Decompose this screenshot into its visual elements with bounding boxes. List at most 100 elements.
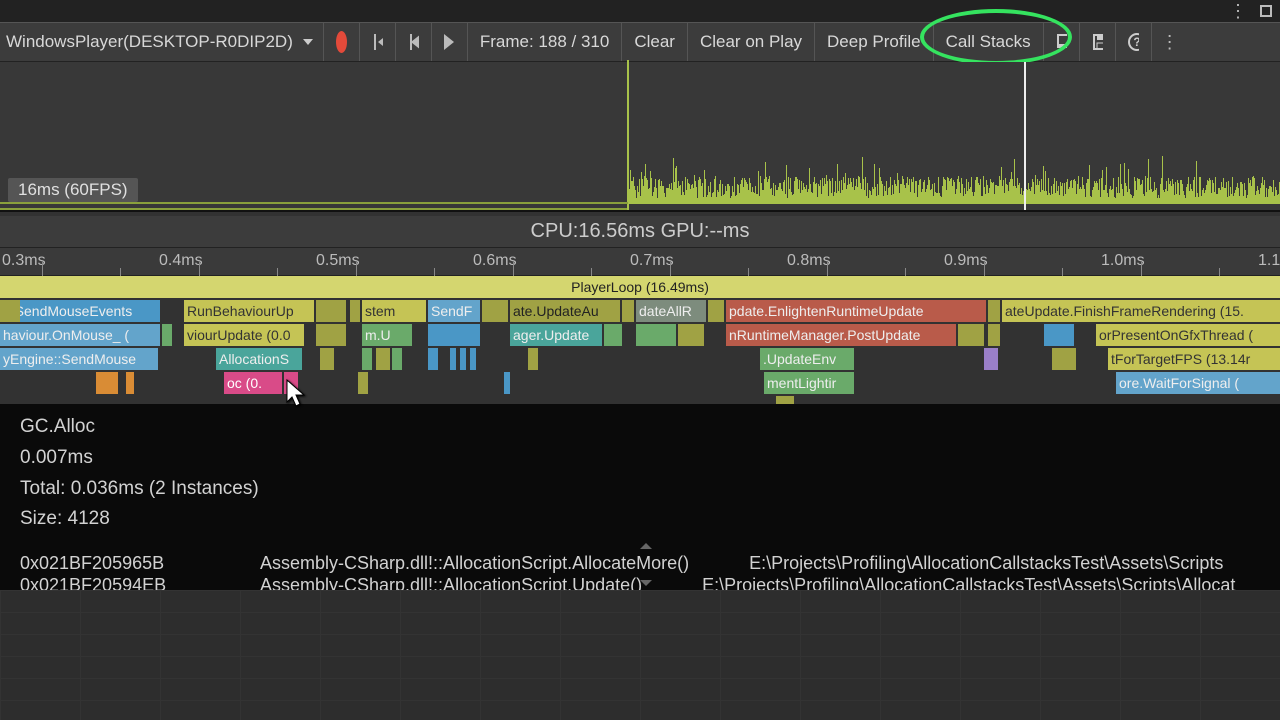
flame-seg[interactable]: ore.WaitForSignal ( [1116, 372, 1280, 394]
callstack-row[interactable]: 0x021BF205965BAssembly-CSharp.dll!::Allo… [20, 553, 1260, 575]
flame-seg[interactable] [320, 348, 334, 370]
time-ruler[interactable]: 0.3ms0.4ms0.5ms0.6ms0.7ms0.8ms0.9ms1.0ms… [0, 248, 1280, 276]
flame-seg[interactable] [984, 348, 998, 370]
frame-first-button[interactable] [360, 23, 396, 61]
clear-on-play-label: Clear on Play [700, 32, 802, 52]
flame-seg[interactable] [636, 324, 676, 346]
menu-kebab-icon[interactable]: ⋮ [1229, 1, 1246, 22]
flame-seg[interactable]: mentLightir [764, 372, 854, 394]
flame-seg[interactable] [678, 324, 704, 346]
flame-seg[interactable] [96, 372, 118, 394]
flame-seg[interactable] [428, 324, 480, 346]
record-button[interactable] [324, 23, 360, 61]
save-button[interactable] [1080, 23, 1116, 61]
ruler-label: 0.4ms [159, 252, 203, 270]
stack-symbol: Assembly-CSharp.dll!::AllocationScript.U… [260, 575, 642, 590]
flame-seg[interactable]: SendF [428, 300, 480, 322]
flame-seg[interactable]: e.SendMouseEvents [0, 300, 160, 322]
flame-seg[interactable] [350, 300, 360, 322]
flame-seg[interactable]: pdate.EnlightenRuntimeUpdate [726, 300, 986, 322]
flame-seg[interactable] [988, 324, 1000, 346]
call-stacks-button[interactable]: Call Stacks [934, 23, 1044, 61]
details-expand-up-icon[interactable] [20, 539, 1260, 553]
flame-seg[interactable] [358, 372, 368, 394]
ruler-label: 1.0ms [1101, 252, 1145, 270]
chevron-down-icon [303, 39, 313, 45]
clear-label: Clear [634, 32, 675, 52]
detail-size: Size: 4128 [20, 508, 1260, 531]
flame-seg[interactable] [470, 348, 476, 370]
help-button[interactable]: ? [1116, 23, 1152, 61]
flame-gc-alloc-2[interactable] [284, 372, 298, 394]
empty-track-area[interactable] [0, 590, 1280, 720]
flame-seg[interactable]: stem [362, 300, 426, 322]
load-button[interactable] [1044, 23, 1080, 61]
flame-seg[interactable] [482, 300, 508, 322]
target-dropdown[interactable]: WindowsPlayer(DESKTOP-R0DIP2D) [0, 23, 324, 61]
clear-on-play-button[interactable]: Clear on Play [688, 23, 815, 61]
stack-address: 0x021BF20594EB [20, 575, 200, 590]
flame-seg[interactable]: haviour.OnMouse_ ( [0, 324, 160, 346]
flame-seg[interactable] [1044, 324, 1074, 346]
flame-seg[interactable]: RunBehaviourUp [184, 300, 314, 322]
flame-seg[interactable] [0, 300, 20, 322]
flame-seg[interactable] [316, 324, 346, 346]
stack-path: E:\Projects\Profiling\AllocationCallstac… [749, 553, 1260, 575]
detail-title: GC.Alloc [20, 416, 1260, 439]
flame-seg[interactable] [504, 372, 510, 394]
ruler-label: 0.8ms [787, 252, 831, 270]
frame-prev-button[interactable] [396, 23, 432, 61]
overflow-menu[interactable]: ⋮ [1152, 23, 1188, 61]
detail-self-time: 0.007ms [20, 447, 1260, 470]
flame-seg[interactable]: nRuntimeManager.PostUpdate [726, 324, 956, 346]
flame-seg[interactable] [316, 300, 346, 322]
flame-seg[interactable] [604, 324, 622, 346]
flame-seg[interactable] [958, 324, 984, 346]
flame-seg[interactable]: dateAllR [636, 300, 706, 322]
clear-button[interactable]: Clear [622, 23, 688, 61]
frame-next-button[interactable] [432, 23, 468, 61]
overview-baseline [0, 208, 627, 210]
flame-seg[interactable] [126, 372, 134, 394]
fps-threshold-label: 16ms (60FPS) [8, 178, 138, 202]
flame-playerloop[interactable]: PlayerLoop (16.49ms) [0, 276, 1280, 298]
maximize-icon[interactable] [1260, 5, 1272, 17]
flame-seg[interactable]: AllocationS [216, 348, 302, 370]
flame-seg[interactable]: viourUpdate (0.0 [184, 324, 304, 346]
flame-seg[interactable] [362, 348, 372, 370]
flame-seg[interactable] [460, 348, 466, 370]
flame-seg[interactable] [392, 348, 402, 370]
timeline-flame-graph[interactable]: PlayerLoop (16.49ms) e.SendMouseEvents R… [0, 276, 1280, 420]
flame-seg[interactable]: .UpdateEnv [760, 348, 854, 370]
deep-profile-button[interactable]: Deep Profile [815, 23, 934, 61]
selection-details-panel: GC.Alloc 0.007ms Total: 0.036ms (2 Insta… [0, 404, 1280, 590]
flame-seg[interactable] [428, 348, 438, 370]
ruler-label: 1.1 [1258, 252, 1280, 270]
flame-gc-alloc[interactable]: oc (0. [224, 372, 282, 394]
details-expand-down-icon[interactable] [640, 580, 652, 586]
flame-seg[interactable]: ager.Update [510, 324, 602, 346]
window-titlebar: ⋮ [0, 0, 1280, 22]
flame-seg[interactable]: yEngine::SendMouse [0, 348, 158, 370]
flame-seg[interactable] [1052, 348, 1076, 370]
flame-seg[interactable]: ate.UpdateAu [510, 300, 620, 322]
flame-seg[interactable] [528, 348, 538, 370]
flame-seg[interactable] [622, 300, 634, 322]
profiler-toolbar: WindowsPlayer(DESKTOP-R0DIP2D) Frame: 18… [0, 22, 1280, 62]
flame-seg[interactable] [450, 348, 456, 370]
flame-seg[interactable] [162, 324, 172, 346]
frame-label: Frame: 188 / 310 [480, 32, 609, 52]
flame-seg[interactable]: orPresentOnGfxThread ( [1096, 324, 1280, 346]
frames-overview[interactable]: 16ms (60FPS) [0, 62, 1280, 212]
overview-current-frame-line [1024, 62, 1026, 210]
flame-seg[interactable] [708, 300, 724, 322]
stack-address: 0x021BF205965B [20, 553, 200, 575]
flame-seg[interactable] [376, 348, 390, 370]
cpu-gpu-summary: CPU:16.56ms GPU:--ms [0, 216, 1280, 248]
flame-seg[interactable]: ateUpdate.FinishFrameRendering (15. [1002, 300, 1280, 322]
ruler-label: 0.7ms [630, 252, 674, 270]
detail-total: Total: 0.036ms (2 Instances) [20, 478, 1260, 501]
flame-seg[interactable]: m.U [362, 324, 412, 346]
flame-seg[interactable]: tForTargetFPS (13.14r [1108, 348, 1280, 370]
flame-seg[interactable] [988, 300, 1000, 322]
